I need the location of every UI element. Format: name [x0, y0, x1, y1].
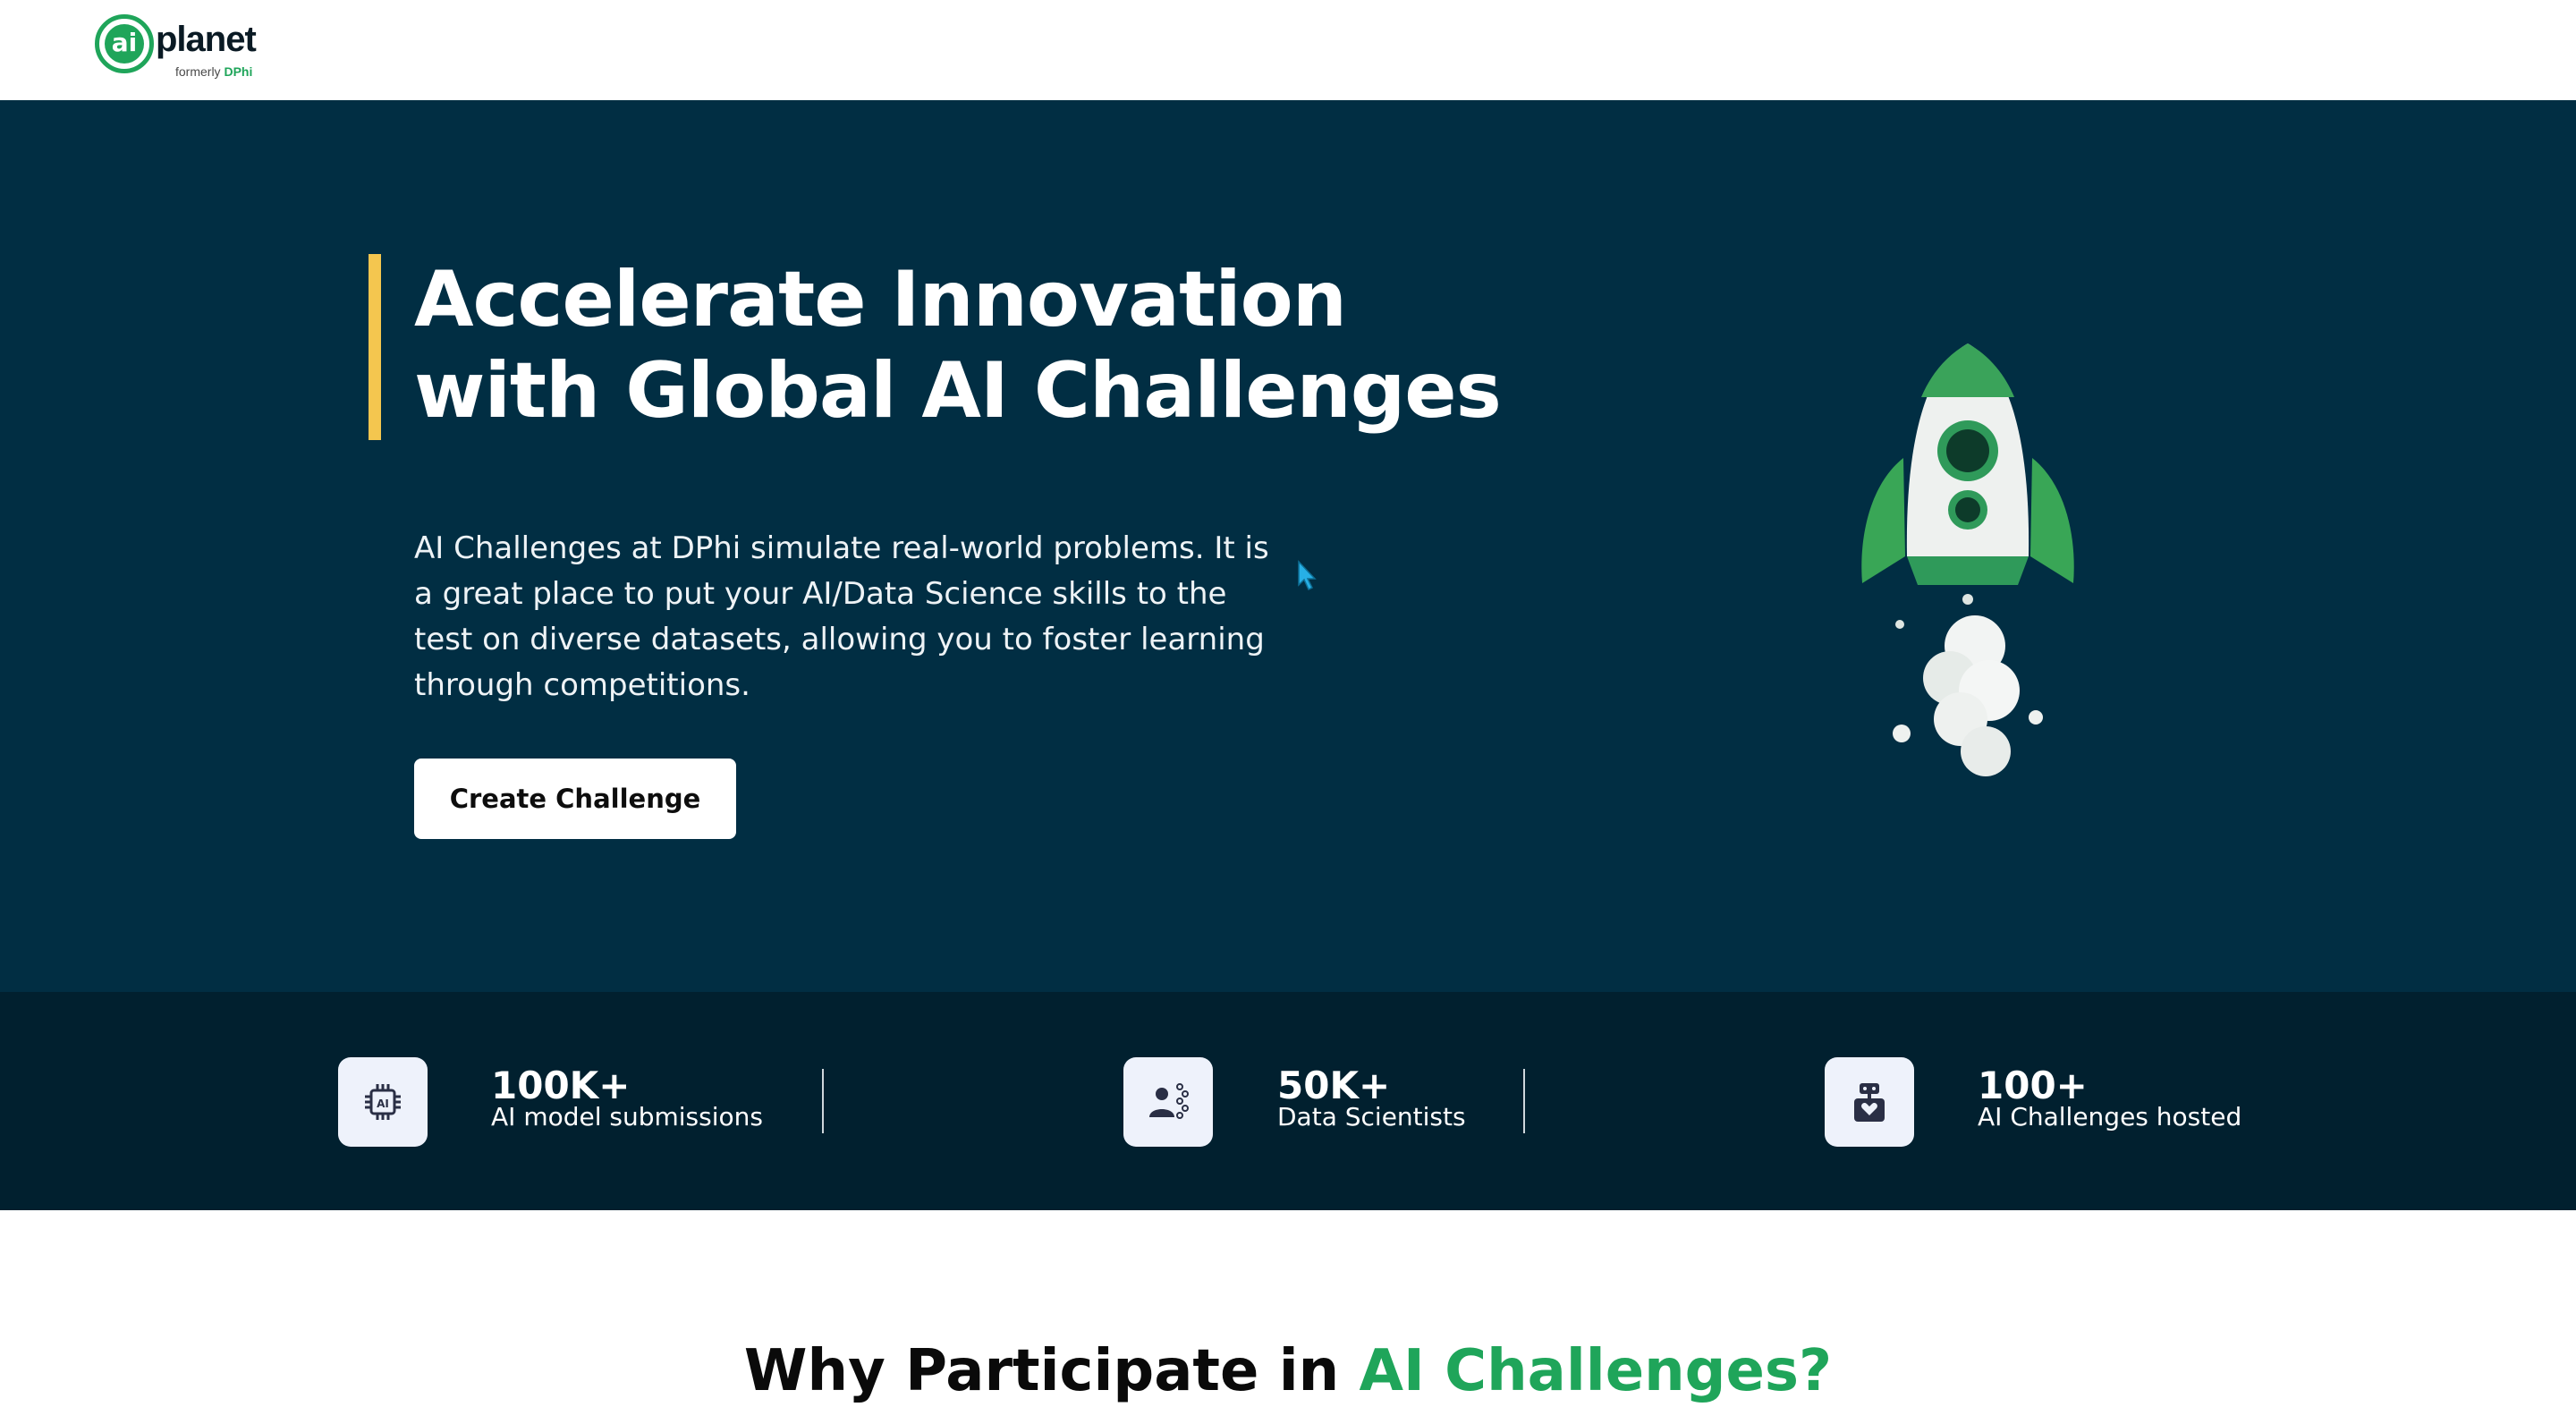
stat-label-submissions: AI model submissions [491, 1102, 763, 1132]
stat-value-challenges: 100+ [1978, 1064, 2088, 1107]
hero-section: Accelerate Innovation with Global AI Cha… [0, 100, 2576, 992]
stat-divider [822, 1069, 824, 1133]
ai-planet-logo[interactable]: ai planet formerly DPhi [95, 14, 274, 86]
mouse-cursor-icon [1298, 560, 1317, 591]
robot-heart-icon [1825, 1057, 1914, 1147]
svg-text:AI: AI [377, 1098, 389, 1110]
data-scientist-icon [1123, 1057, 1213, 1147]
hero-title: Accelerate Innovation with Global AI Cha… [414, 254, 1577, 437]
hero-title-line2: with Global AI Challenges [414, 346, 1502, 436]
ai-chip-icon: AI [338, 1057, 428, 1147]
stat-label-challenges: AI Challenges hosted [1978, 1102, 2242, 1132]
logo-subtitle: formerly DPhi [175, 64, 253, 79]
hero-title-line1: Accelerate Innovation [414, 255, 1347, 344]
create-challenge-button[interactable]: Create Challenge [414, 759, 736, 839]
why-participate-title: Why Participate in AI Challenges? [743, 1338, 1833, 1404]
logo-badge-icon: ai [95, 14, 154, 73]
hero-accent-bar [369, 254, 381, 440]
top-navbar: ai planet formerly DPhi [0, 0, 2576, 100]
stat-divider [1523, 1069, 1525, 1133]
stat-label-data-scientists: Data Scientists [1277, 1102, 1466, 1132]
why-participate-section: Why Participate in AI Challenges? [0, 1210, 2576, 1404]
hero-description: AI Challenges at DPhi simulate real-worl… [414, 530, 1269, 703]
stat-value-submissions: 100K+ [491, 1064, 631, 1107]
logo-wordmark: planet [156, 20, 257, 59]
stats-bar: AI 100K+ AI model submissions 50K+ Data … [0, 992, 2576, 1210]
stat-value-data-scientists: 50K+ [1277, 1064, 1391, 1107]
rocket-illustration [1861, 343, 2074, 776]
